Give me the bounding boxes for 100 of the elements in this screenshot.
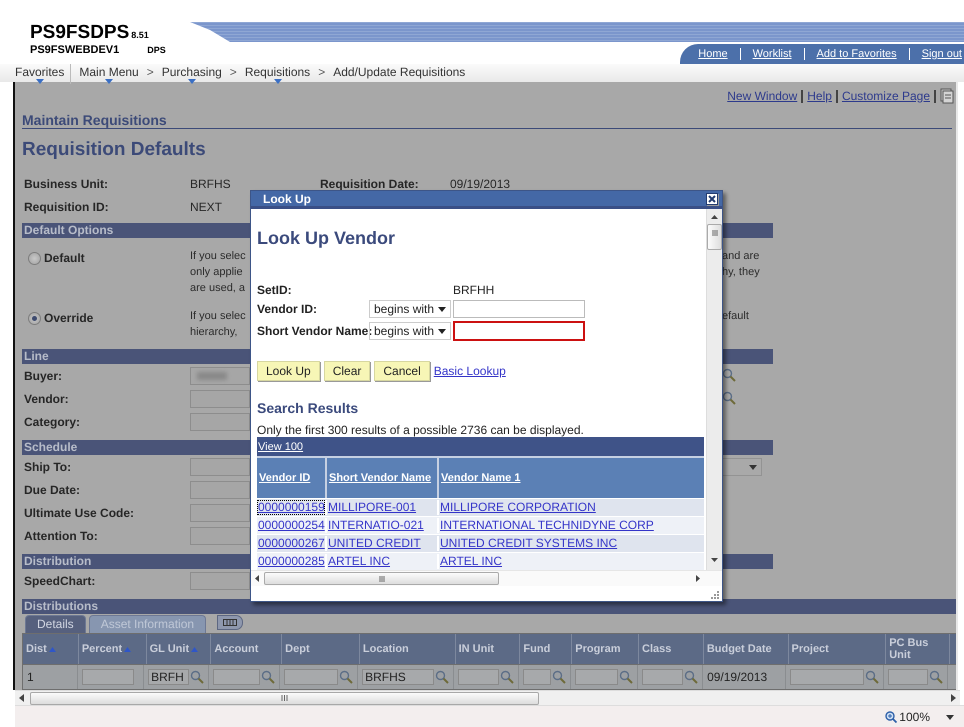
radio-button[interactable]: Override	[22, 311, 190, 325]
input-field[interactable]	[790, 669, 864, 685]
scroll-right-icon[interactable]	[951, 694, 956, 702]
column-header[interactable]: IN Unit	[456, 634, 520, 664]
breadcrumb-link[interactable]: Main Menu	[79, 64, 139, 84]
text-field[interactable]	[190, 481, 250, 499]
text-field[interactable]	[190, 367, 250, 385]
page-link[interactable]: Help	[803, 90, 838, 102]
column-header[interactable]: Account	[211, 634, 282, 664]
search-icon[interactable]	[435, 670, 450, 684]
column-header[interactable]: Fund	[520, 634, 572, 664]
operator-dropdown[interactable]: begins with	[369, 300, 451, 318]
table-cell: 09/19/2013	[707, 670, 768, 684]
column-header[interactable]: Project	[788, 634, 886, 664]
input-field[interactable]	[453, 300, 585, 318]
search-icon[interactable]	[928, 670, 943, 684]
grip-icon	[712, 230, 718, 236]
input-field[interactable]	[284, 669, 338, 685]
close-button[interactable]	[706, 192, 718, 204]
description-text: hierarchy,	[190, 325, 238, 340]
database-name: DPS	[147, 45, 166, 55]
nav-link[interactable]: Sign out	[908, 48, 962, 60]
description-text: hy, they	[722, 265, 761, 280]
result-link[interactable]: 0000000254	[257, 518, 325, 533]
text-field[interactable]	[190, 527, 250, 545]
description-text: and are	[722, 249, 760, 264]
text-field[interactable]	[190, 504, 250, 522]
search-icon[interactable]	[261, 670, 276, 684]
input-field[interactable]	[642, 669, 684, 685]
column-header[interactable]: Percent	[78, 634, 147, 664]
column-header[interactable]: GL Unit	[146, 634, 212, 664]
search-icon[interactable]	[722, 390, 736, 404]
search-icon[interactable]	[339, 670, 354, 684]
search-icon[interactable]	[864, 670, 879, 684]
text-field[interactable]	[190, 458, 250, 476]
operator-dropdown[interactable]: begins with	[369, 322, 451, 340]
basic-lookup-link[interactable]: Basic Lookup	[434, 364, 506, 378]
breadcrumb-link[interactable]: Purchasing	[162, 64, 222, 84]
tab[interactable]: Details	[25, 615, 86, 633]
search-icon[interactable]	[190, 670, 204, 684]
text-field[interactable]	[190, 390, 250, 408]
column-header[interactable]: Program	[572, 634, 640, 664]
search-icon[interactable]	[684, 670, 698, 684]
column-header[interactable]: Vendor ID	[257, 458, 325, 498]
vertical-scrollbar[interactable]	[706, 209, 722, 570]
column-header[interactable]: PC Bus Unit	[886, 634, 950, 664]
page-title: Requisition Defaults	[22, 139, 207, 161]
nav-link[interactable]: Worklist	[740, 48, 804, 60]
action-button[interactable]: Cancel	[374, 361, 430, 381]
nav-link[interactable]: Add to Favorites	[804, 48, 909, 60]
input-field[interactable]	[575, 669, 618, 685]
caret-icon	[438, 328, 446, 334]
horizontal-scrollbar[interactable]	[251, 570, 722, 586]
caret-icon	[438, 306, 446, 312]
text-field[interactable]	[190, 413, 250, 431]
description-text: only applie	[190, 265, 244, 280]
input-field[interactable]	[888, 669, 928, 685]
document-icon[interactable]	[940, 88, 954, 104]
result-link[interactable]: 0000000267	[257, 536, 325, 551]
input-field[interactable]: BRFH	[148, 669, 190, 685]
action-button[interactable]: Look Up	[257, 361, 320, 381]
field-label: Ultimate Use Code:	[23, 506, 136, 520]
page-link[interactable]: Customize Page	[838, 90, 936, 102]
resize-grip-icon[interactable]	[710, 590, 719, 599]
result-link[interactable]: 0000000285	[257, 554, 325, 569]
search-icon[interactable]	[552, 670, 566, 684]
horizontal-scrollbar[interactable]	[15, 690, 960, 705]
table-cell: 1	[27, 670, 34, 684]
component-title: Maintain Requisitions	[22, 112, 952, 129]
result-link[interactable]: 0000000159	[257, 500, 325, 515]
search-icon[interactable]	[500, 670, 514, 684]
nav-link[interactable]: Home	[686, 48, 740, 60]
column-header[interactable]: Budget Date	[704, 634, 789, 664]
page-link[interactable]: New Window	[723, 90, 804, 102]
search-icon[interactable]	[619, 670, 634, 684]
column-header[interactable]: Dept	[282, 634, 360, 664]
text-field[interactable]	[190, 572, 250, 590]
dropdown[interactable]	[722, 458, 762, 476]
scroll-right-icon	[696, 575, 700, 582]
radio-button[interactable]: Default	[22, 251, 190, 265]
input-field[interactable]	[523, 669, 552, 685]
column-header[interactable]: Location	[360, 634, 456, 664]
action-button[interactable]: Clear	[324, 361, 370, 381]
input-field[interactable]: BRFHS	[362, 669, 434, 685]
column-header[interactable]: Class	[639, 634, 704, 664]
field-value: 09/19/2013	[450, 177, 510, 191]
input-field[interactable]	[213, 669, 260, 685]
grid-button[interactable]	[217, 615, 244, 630]
field-value: NEXT	[190, 200, 224, 214]
breadcrumb-link[interactable]: Add/Update Requisitions	[333, 64, 466, 79]
scroll-left-icon[interactable]	[19, 694, 24, 702]
column-header[interactable]: Dist	[23, 634, 79, 664]
description-text: efault	[722, 309, 750, 324]
input-field[interactable]	[453, 321, 585, 341]
breadcrumb-link[interactable]: Requisitions	[244, 64, 310, 84]
view-link[interactable]: View 100	[258, 440, 304, 452]
zoom-button[interactable]: 100%	[885, 710, 954, 724]
input-field[interactable]	[458, 669, 500, 685]
input-field[interactable]	[82, 669, 134, 685]
search-icon[interactable]	[722, 368, 736, 382]
